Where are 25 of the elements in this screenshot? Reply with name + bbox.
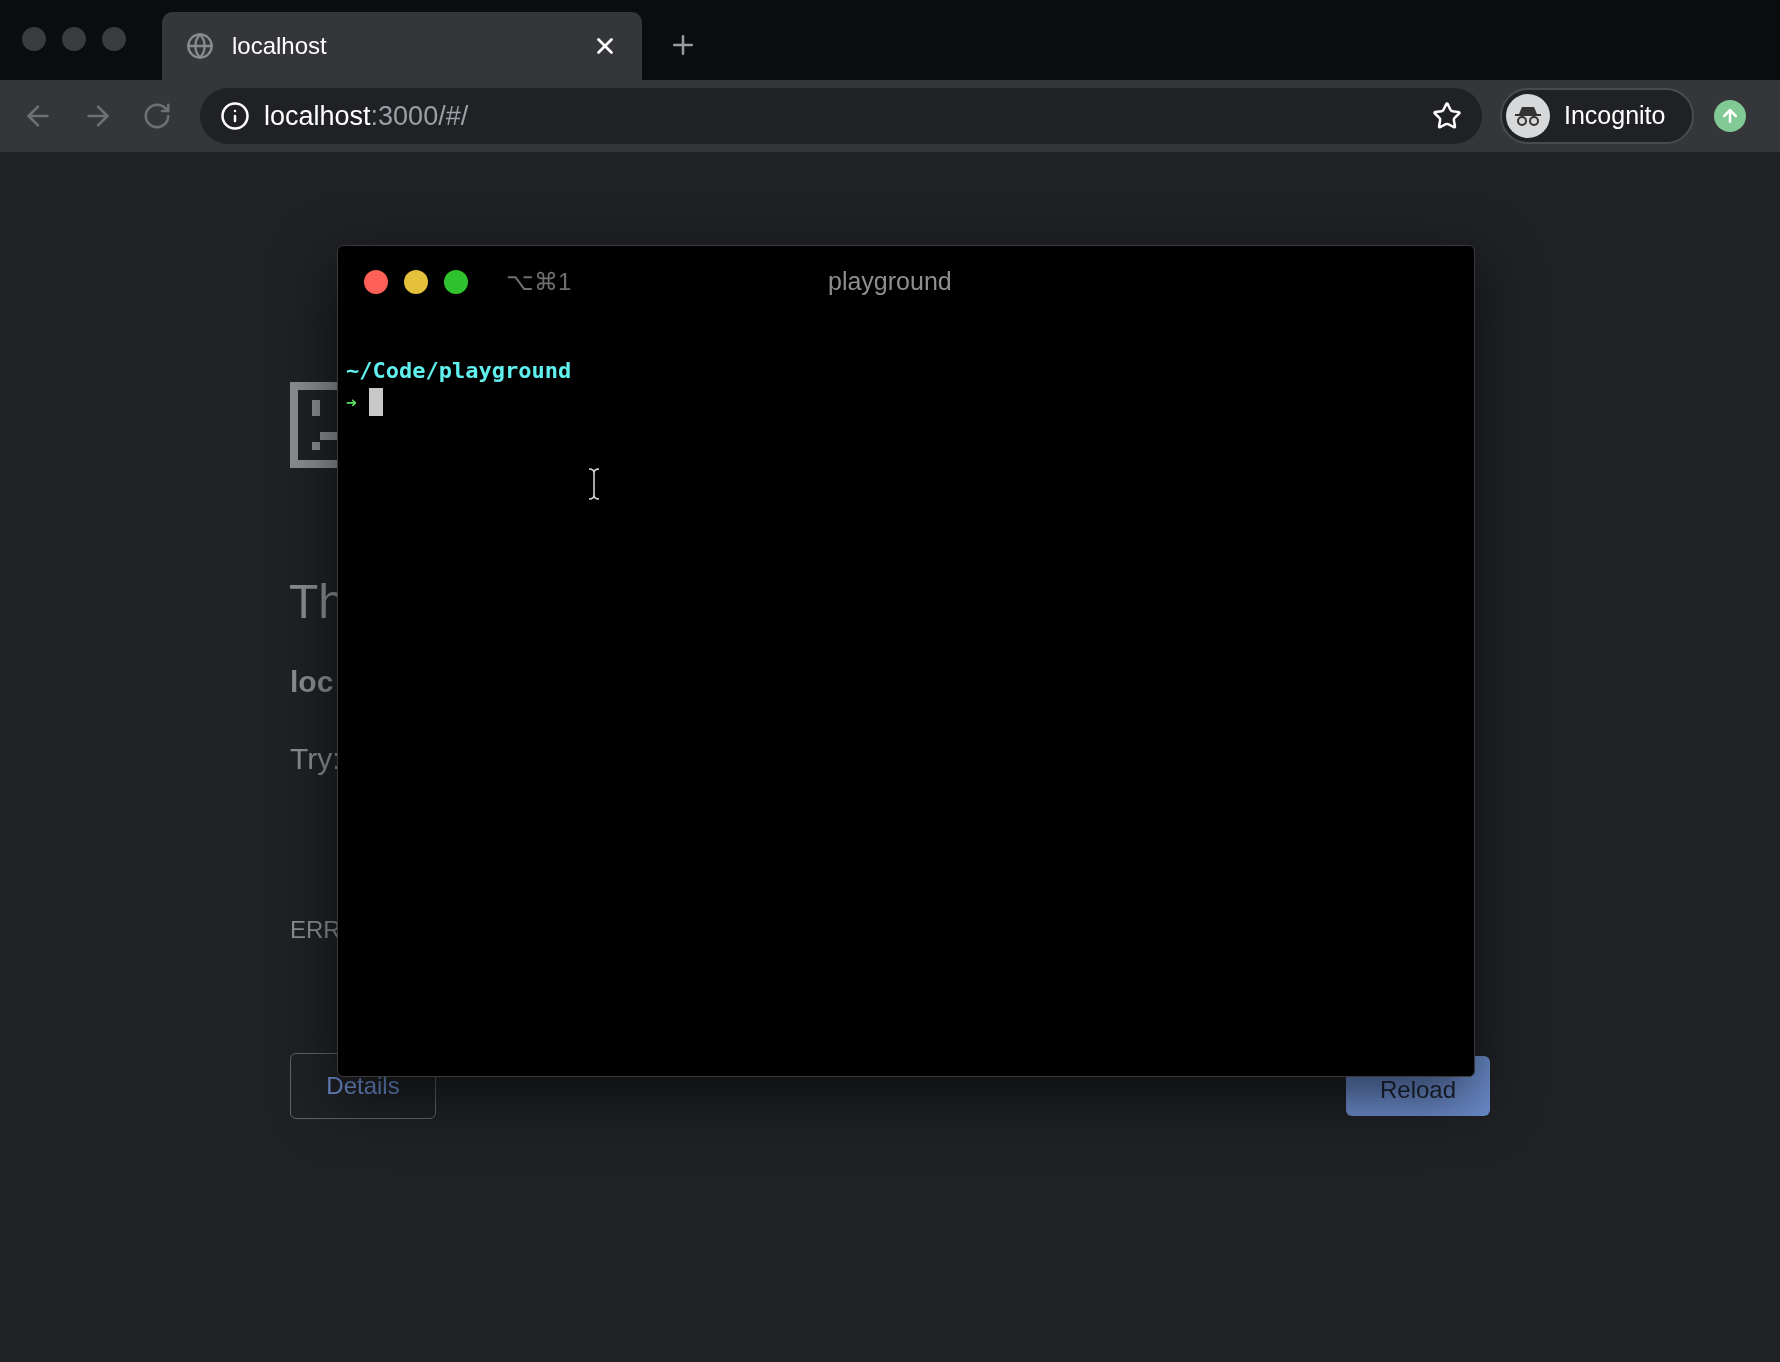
window-title: playground bbox=[828, 266, 952, 298]
i-beam-cursor-icon bbox=[588, 468, 600, 500]
reload-icon[interactable] bbox=[142, 101, 172, 131]
minimize-window-icon[interactable] bbox=[404, 270, 428, 294]
tab-title: localhost bbox=[232, 31, 328, 61]
browser-tab[interactable]: localhost bbox=[162, 12, 642, 80]
globe-icon bbox=[186, 32, 214, 60]
info-icon bbox=[220, 101, 250, 131]
working-directory: ~/Code/playground bbox=[346, 357, 573, 385]
zoom-window-icon[interactable] bbox=[444, 270, 468, 294]
bookmark-star-icon[interactable] bbox=[1432, 101, 1462, 131]
profile-pill[interactable]: Incognito bbox=[1500, 88, 1694, 144]
url-text: localhost:3000/#/ bbox=[264, 99, 470, 133]
suggestion-label: Try: bbox=[290, 741, 341, 777]
profile-label: Incognito bbox=[1564, 100, 1666, 132]
text-cursor bbox=[368, 388, 383, 416]
close-window-icon[interactable] bbox=[364, 270, 388, 294]
host-text: loc bbox=[290, 664, 334, 700]
error-code: ERR bbox=[290, 915, 341, 945]
tab-shortcut: ⌥⌘1 bbox=[506, 267, 572, 297]
error-face-icon bbox=[290, 382, 337, 468]
address-bar[interactable]: localhost:3000/#/ bbox=[200, 88, 1482, 144]
prompt-arrow: ➜ bbox=[346, 390, 357, 415]
update-icon[interactable] bbox=[1714, 100, 1746, 132]
incognito-icon bbox=[1506, 94, 1550, 138]
